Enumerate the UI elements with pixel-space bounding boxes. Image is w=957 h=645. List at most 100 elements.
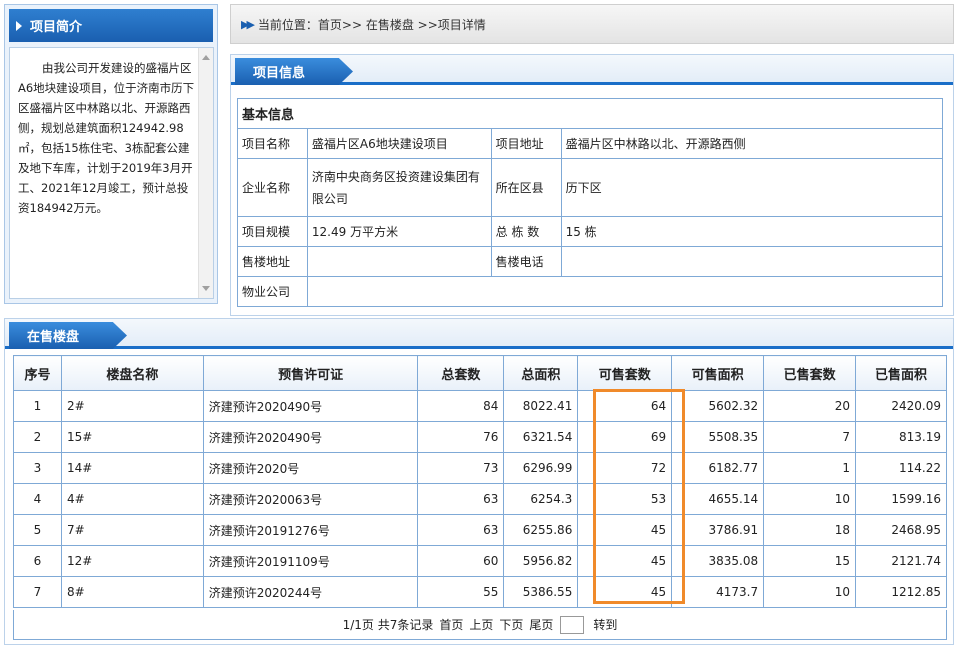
- table-row: 1 2# 济建预许2020490号 84 8022.41 64 5602.32 …: [13, 390, 947, 422]
- cell-building: 15#: [60, 421, 204, 453]
- table-row: 7 8# 济建预许2020244号 55 5386.55 45 4173.7 1…: [13, 576, 947, 608]
- cell-available-area: 4173.7: [671, 576, 765, 608]
- cell-index: 4: [13, 483, 62, 515]
- pager-first-link[interactable]: 首页: [439, 616, 463, 633]
- col-header-total-units: 总套数: [417, 355, 505, 391]
- cell-available-area: 3835.08: [671, 545, 765, 577]
- project-intro-panel: 项目简介 由我公司开发建设的盛福片区A6地块建设项目，位于济南市历下区盛福片区中…: [4, 4, 218, 304]
- sales-tab: 在售楼盘: [9, 322, 127, 349]
- cell-permit: 济建预许2020490号: [202, 421, 419, 453]
- info-value: [306, 276, 944, 307]
- cell-available-area: 6182.77: [671, 452, 765, 484]
- sales-table: 序号 楼盘名称 预售许可证 总套数 总面积 可售套数 可售面积 已售套数 已售面…: [13, 355, 947, 608]
- page-number-input[interactable]: [560, 615, 585, 634]
- cell-available-units: 53: [577, 483, 673, 515]
- info-label: 总 栋 数: [490, 216, 562, 247]
- cell-sold-area: 114.22: [855, 452, 947, 484]
- info-label: 企业名称: [237, 158, 308, 217]
- cell-index: 6: [13, 545, 62, 577]
- intro-panel-title: 项目简介: [9, 9, 213, 42]
- pager-next-link[interactable]: 下页: [499, 616, 523, 633]
- info-value: 历下区: [560, 158, 944, 217]
- project-info-section: 项目信息 基本信息 项目名称 盛福片区A6地块建设项目 项目地址 盛福片区中林路…: [230, 54, 954, 316]
- table-row: 4 4# 济建预许2020063号 63 6254.3 53 4655.14 1…: [13, 483, 947, 515]
- cell-total-area: 6254.3: [503, 483, 579, 515]
- pager-prev-link[interactable]: 上页: [469, 616, 493, 633]
- double-arrow-icon: ▶▶: [241, 17, 255, 31]
- info-value: [306, 246, 492, 277]
- intro-title-text: 项目简介: [30, 20, 83, 35]
- cell-available-units: 45: [577, 545, 673, 577]
- info-value: 济南中央商务区投资建设集团有限公司: [306, 158, 492, 217]
- sales-section: 在售楼盘 序号 楼盘名称 预售许可证 总套数 总面积 可售套数 可售面积 已售套…: [4, 318, 954, 645]
- pager-summary: 1/1页 共7条记录: [342, 618, 434, 632]
- cell-total-area: 6255.86: [503, 514, 579, 546]
- cell-available-area: 3786.91: [671, 514, 765, 546]
- cell-building: 12#: [60, 545, 204, 577]
- scroll-up-icon[interactable]: [202, 55, 210, 60]
- table-row: 6 12# 济建预许20191109号 60 5956.82 45 3835.0…: [13, 545, 947, 577]
- cell-permit: 济建预许20191109号: [202, 545, 419, 577]
- pager-last-link[interactable]: 尾页: [529, 616, 553, 633]
- info-label: 物业公司: [237, 276, 308, 307]
- project-info-table: 基本信息 项目名称 盛福片区A6地块建设项目 项目地址 盛福片区中林路以北、开源…: [237, 98, 944, 307]
- scroll-down-icon[interactable]: [202, 286, 210, 291]
- cell-total-area: 5386.55: [503, 576, 579, 608]
- cell-building: 7#: [60, 514, 204, 546]
- cell-building: 14#: [60, 452, 204, 484]
- cell-sold-units: 15: [763, 545, 857, 577]
- col-header-building: 楼盘名称: [60, 355, 204, 391]
- pagination: 1/1页 共7条记录 首页 上页 下页 尾页 转到: [13, 610, 947, 640]
- cell-sold-units: 7: [763, 421, 857, 453]
- cell-sold-units: 20: [763, 390, 857, 422]
- cell-total-units: 63: [417, 514, 505, 546]
- cell-available-area: 4655.14: [671, 483, 765, 515]
- cell-total-units: 73: [417, 452, 505, 484]
- info-label: 项目名称: [237, 128, 308, 159]
- breadcrumb-text[interactable]: 当前位置：首页>> 在售楼盘 >>项目详情: [258, 16, 486, 33]
- col-header-available-area: 可售面积: [671, 355, 765, 391]
- info-label: 项目规模: [237, 216, 308, 247]
- intro-scrollbar[interactable]: [198, 48, 213, 298]
- cell-total-units: 76: [417, 421, 505, 453]
- col-header-sold-units: 已售套数: [763, 355, 857, 391]
- cell-index: 2: [13, 421, 62, 453]
- cell-available-units: 72: [577, 452, 673, 484]
- cell-permit: 济建预许20191276号: [202, 514, 419, 546]
- info-value: 盛福片区A6地块建设项目: [306, 128, 492, 159]
- cell-available-units: 69: [577, 421, 673, 453]
- intro-scroll-box[interactable]: 由我公司开发建设的盛福片区A6地块建设项目，位于济南市历下区盛福片区中林路以北、…: [9, 47, 214, 299]
- cell-sold-area: 2121.74: [855, 545, 947, 577]
- cell-total-units: 84: [417, 390, 505, 422]
- cell-total-area: 6321.54: [503, 421, 579, 453]
- cell-building: 4#: [60, 483, 204, 515]
- cell-available-units: 45: [577, 576, 673, 608]
- cell-sold-units: 1: [763, 452, 857, 484]
- info-label: 售楼电话: [490, 246, 562, 277]
- cell-building: 2#: [60, 390, 204, 422]
- cell-available-units: 45: [577, 514, 673, 546]
- cell-index: 5: [13, 514, 62, 546]
- cell-index: 7: [13, 576, 62, 608]
- col-header-index: 序号: [13, 355, 62, 391]
- cell-sold-area: 2468.95: [855, 514, 947, 546]
- cell-sold-units: 10: [763, 576, 857, 608]
- cell-sold-area: 813.19: [855, 421, 947, 453]
- project-info-header: 项目信息: [231, 55, 953, 85]
- sales-header: 在售楼盘: [5, 319, 953, 349]
- pager-go-link[interactable]: 转到: [593, 616, 617, 633]
- info-value: [560, 246, 944, 277]
- intro-text: 由我公司开发建设的盛福片区A6地块建设项目，位于济南市历下区盛福片区中林路以北、…: [18, 61, 195, 215]
- col-header-total-area: 总面积: [503, 355, 579, 391]
- cell-building: 8#: [60, 576, 204, 608]
- cell-total-units: 63: [417, 483, 505, 515]
- cell-sold-units: 18: [763, 514, 857, 546]
- project-info-tab: 项目信息: [235, 58, 353, 85]
- info-label: 所在区县: [490, 158, 562, 217]
- info-value: 15 栋: [560, 216, 944, 247]
- col-header-sold-area: 已售面积: [855, 355, 947, 391]
- cell-total-units: 55: [417, 576, 505, 608]
- basic-info-heading: 基本信息: [237, 98, 943, 129]
- cell-sold-units: 10: [763, 483, 857, 515]
- cell-index: 3: [13, 452, 62, 484]
